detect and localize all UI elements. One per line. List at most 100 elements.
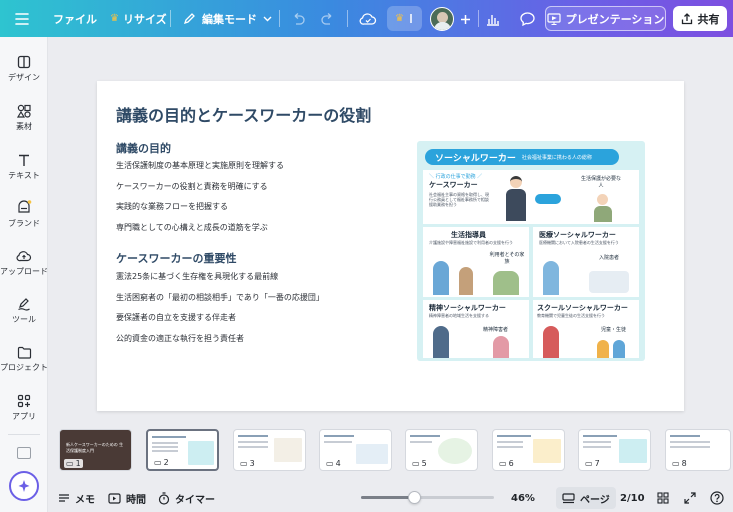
- present-button[interactable]: プレゼンテーション: [545, 6, 666, 31]
- banner-subtitle: 社会福祉事業に携わる人の総称: [521, 154, 592, 161]
- sidebar-item-brand[interactable]: ブランド: [0, 194, 48, 240]
- divider: [347, 10, 348, 27]
- sidebar-item-upload[interactable]: アップロード: [0, 243, 48, 289]
- notes-icon: ▭: [672, 459, 680, 468]
- fullscreen-icon[interactable]: [684, 484, 696, 512]
- sidebar-item-label: ツール: [12, 315, 36, 324]
- worker-figure: [543, 326, 559, 358]
- bullet-text[interactable]: 生活困窮者の「最初の相談相手」であり「一番の応援団」: [116, 292, 324, 303]
- notes-icon: ▭: [412, 459, 420, 468]
- notes-icon: ▭: [66, 459, 74, 468]
- sidebar-item-label: デザイン: [8, 73, 40, 82]
- slide-canvas[interactable]: 講義の目的とケースワーカーの役割 講義の目的 生活保護制度の基本原理と実施原則を…: [97, 81, 684, 411]
- menu-icon[interactable]: [10, 7, 34, 31]
- top-bar: ファイル ♛ リサイズ 編集モード ♛ プレゼンテーション 共有: [0, 0, 733, 37]
- slide-number: ▭ 7: [583, 459, 602, 468]
- notes-label: メモ: [75, 494, 95, 506]
- notes-icon: ▭: [154, 458, 162, 467]
- sidebar-item-projects[interactable]: プロジェクト: [0, 340, 48, 386]
- panel-right-label: 利用者とその家族: [489, 252, 525, 265]
- avatar[interactable]: [430, 7, 454, 31]
- redo-icon[interactable]: [316, 7, 340, 31]
- magic-assistant-button[interactable]: [9, 471, 39, 501]
- pencil-icon: [183, 13, 195, 25]
- zoom-slider-track[interactable]: [361, 496, 494, 499]
- panel-desc: 教育機関で児童生徒の生活支援を行う: [537, 313, 605, 318]
- illustration-panel: 生活指導員 介護施設や障害福祉施設で利用者の支援を行う 利用者とその家族: [423, 227, 529, 297]
- duration-button[interactable]: 時間: [108, 484, 146, 512]
- play-icon: [108, 492, 121, 504]
- brand-icon: [18, 200, 32, 213]
- undo-icon[interactable]: [286, 7, 310, 31]
- panel-right-label: 入院患者: [599, 255, 620, 261]
- sidebar-item-design[interactable]: デザイン: [0, 49, 48, 95]
- thumbnail-title: 新人ケースワーカーのための 生活保護制度入門: [66, 442, 124, 453]
- panel-tag: ＼ 行政の仕事で勤務 ／: [429, 174, 483, 180]
- sidebar-item-text[interactable]: テキスト: [0, 147, 48, 193]
- bullet-text[interactable]: 生活保護制度の基本原理と実施原則を理解する: [116, 160, 284, 171]
- slide-thumbnail-2[interactable]: ▭ 2: [146, 429, 219, 471]
- slide-thumbnail-7[interactable]: ▭ 7: [578, 429, 651, 471]
- patient-bed: [589, 271, 629, 293]
- file-menu[interactable]: ファイル: [53, 0, 97, 37]
- illustration-banner: ソーシャルワーカー 社会福祉事業に携わる人の総称: [425, 149, 619, 165]
- sidebar-item-label: テキスト: [8, 171, 40, 180]
- page-view-button[interactable]: ページ: [556, 487, 616, 509]
- bullet-text[interactable]: 専門職としての心構えと成長の道筋を学ぶ: [116, 222, 268, 233]
- apps-icon: [17, 394, 31, 408]
- slide-thumbnail-1[interactable]: 新人ケースワーカーのための 生活保護制度入門 ▭ 1: [59, 429, 132, 471]
- slide-thumbnail-5[interactable]: ▭ 5: [405, 429, 478, 471]
- bullet-text[interactable]: ケースワーカーの役割と責務を明確にする: [116, 181, 268, 192]
- help-icon[interactable]: [710, 484, 724, 512]
- grid-view-icon[interactable]: [657, 484, 669, 512]
- slide-title[interactable]: 講義の目的とケースワーカーの役割: [116, 102, 371, 126]
- panel-title: スクールソーシャルワーカー: [537, 304, 628, 312]
- section-heading[interactable]: 講義の目的: [116, 140, 171, 156]
- upgrade-crown-button[interactable]: ♛: [387, 6, 422, 31]
- zoom-slider-fill: [361, 496, 415, 499]
- notes-button[interactable]: メモ: [58, 484, 95, 512]
- timer-button[interactable]: タイマー: [158, 484, 215, 512]
- bullet-text[interactable]: 実践的な業務フローを把握する: [116, 201, 228, 212]
- section-heading[interactable]: ケースワーカーの重要性: [116, 250, 236, 266]
- slide-thumbnail-6[interactable]: ▭ 6: [492, 429, 565, 471]
- edit-mode-dropdown[interactable]: 編集モード: [183, 0, 272, 37]
- resize-button[interactable]: ♛ リサイズ: [110, 0, 167, 37]
- student-figure: [597, 340, 609, 358]
- worker-figure: [433, 326, 449, 358]
- panel-title: ケースワーカー: [429, 181, 478, 189]
- bullet-text[interactable]: 公的資金の適正な執行を担う責任者: [116, 333, 244, 344]
- timer-label: タイマー: [175, 494, 215, 506]
- sidebar-item-elements[interactable]: 素材: [0, 98, 48, 144]
- image-placeholder-icon[interactable]: [17, 447, 31, 459]
- slide-thumbnail-3[interactable]: ▭ 3: [233, 429, 306, 471]
- cloud-saved-icon[interactable]: [356, 7, 380, 31]
- add-collaborator-icon[interactable]: [453, 7, 477, 31]
- panel-title: 医療ソーシャルワーカー: [539, 231, 616, 239]
- sidebar-item-tools[interactable]: ツール: [0, 291, 48, 337]
- bullet-text[interactable]: 憲法25条に基づく生存権を具現化する最前線: [116, 271, 278, 282]
- arrow-badge: [535, 194, 561, 204]
- slide-number: ▭ 4: [324, 459, 343, 468]
- slide-thumbnail-8[interactable]: ▭ 8: [665, 429, 731, 471]
- panel-title: 生活指導員: [451, 231, 486, 239]
- zoom-percentage[interactable]: 46%: [511, 484, 535, 512]
- folder-icon: [17, 346, 31, 359]
- share-button[interactable]: 共有: [673, 6, 727, 31]
- bullet-text[interactable]: 要保護者の自立を支援する伴走者: [116, 312, 236, 323]
- comment-icon[interactable]: [515, 7, 539, 31]
- slide-number: ▭ 8: [670, 459, 689, 468]
- divider: [170, 10, 171, 27]
- illustration-panel: 精神ソーシャルワーカー 精神障害者の地域生活を支援する 精神障害者: [423, 300, 529, 358]
- sidebar-item-apps[interactable]: アプリ: [0, 388, 48, 434]
- divider: [478, 10, 479, 27]
- zoom-slider-handle[interactable]: [408, 491, 422, 504]
- sidebar-item-label: アプリ: [12, 412, 36, 421]
- panel-desc: 精神障害者の地域生活を支援する: [429, 313, 489, 318]
- notes-lines-icon: [59, 494, 69, 502]
- chart-insights-icon[interactable]: [481, 7, 505, 31]
- duration-label: 時間: [126, 494, 146, 506]
- social-worker-illustration[interactable]: ソーシャルワーカー 社会福祉事業に携わる人の総称 ＼ 行政の仕事で勤務 ／ ケー…: [417, 141, 645, 361]
- slide-thumbnail-4[interactable]: ▭ 4: [319, 429, 392, 471]
- family-figure: [493, 271, 519, 295]
